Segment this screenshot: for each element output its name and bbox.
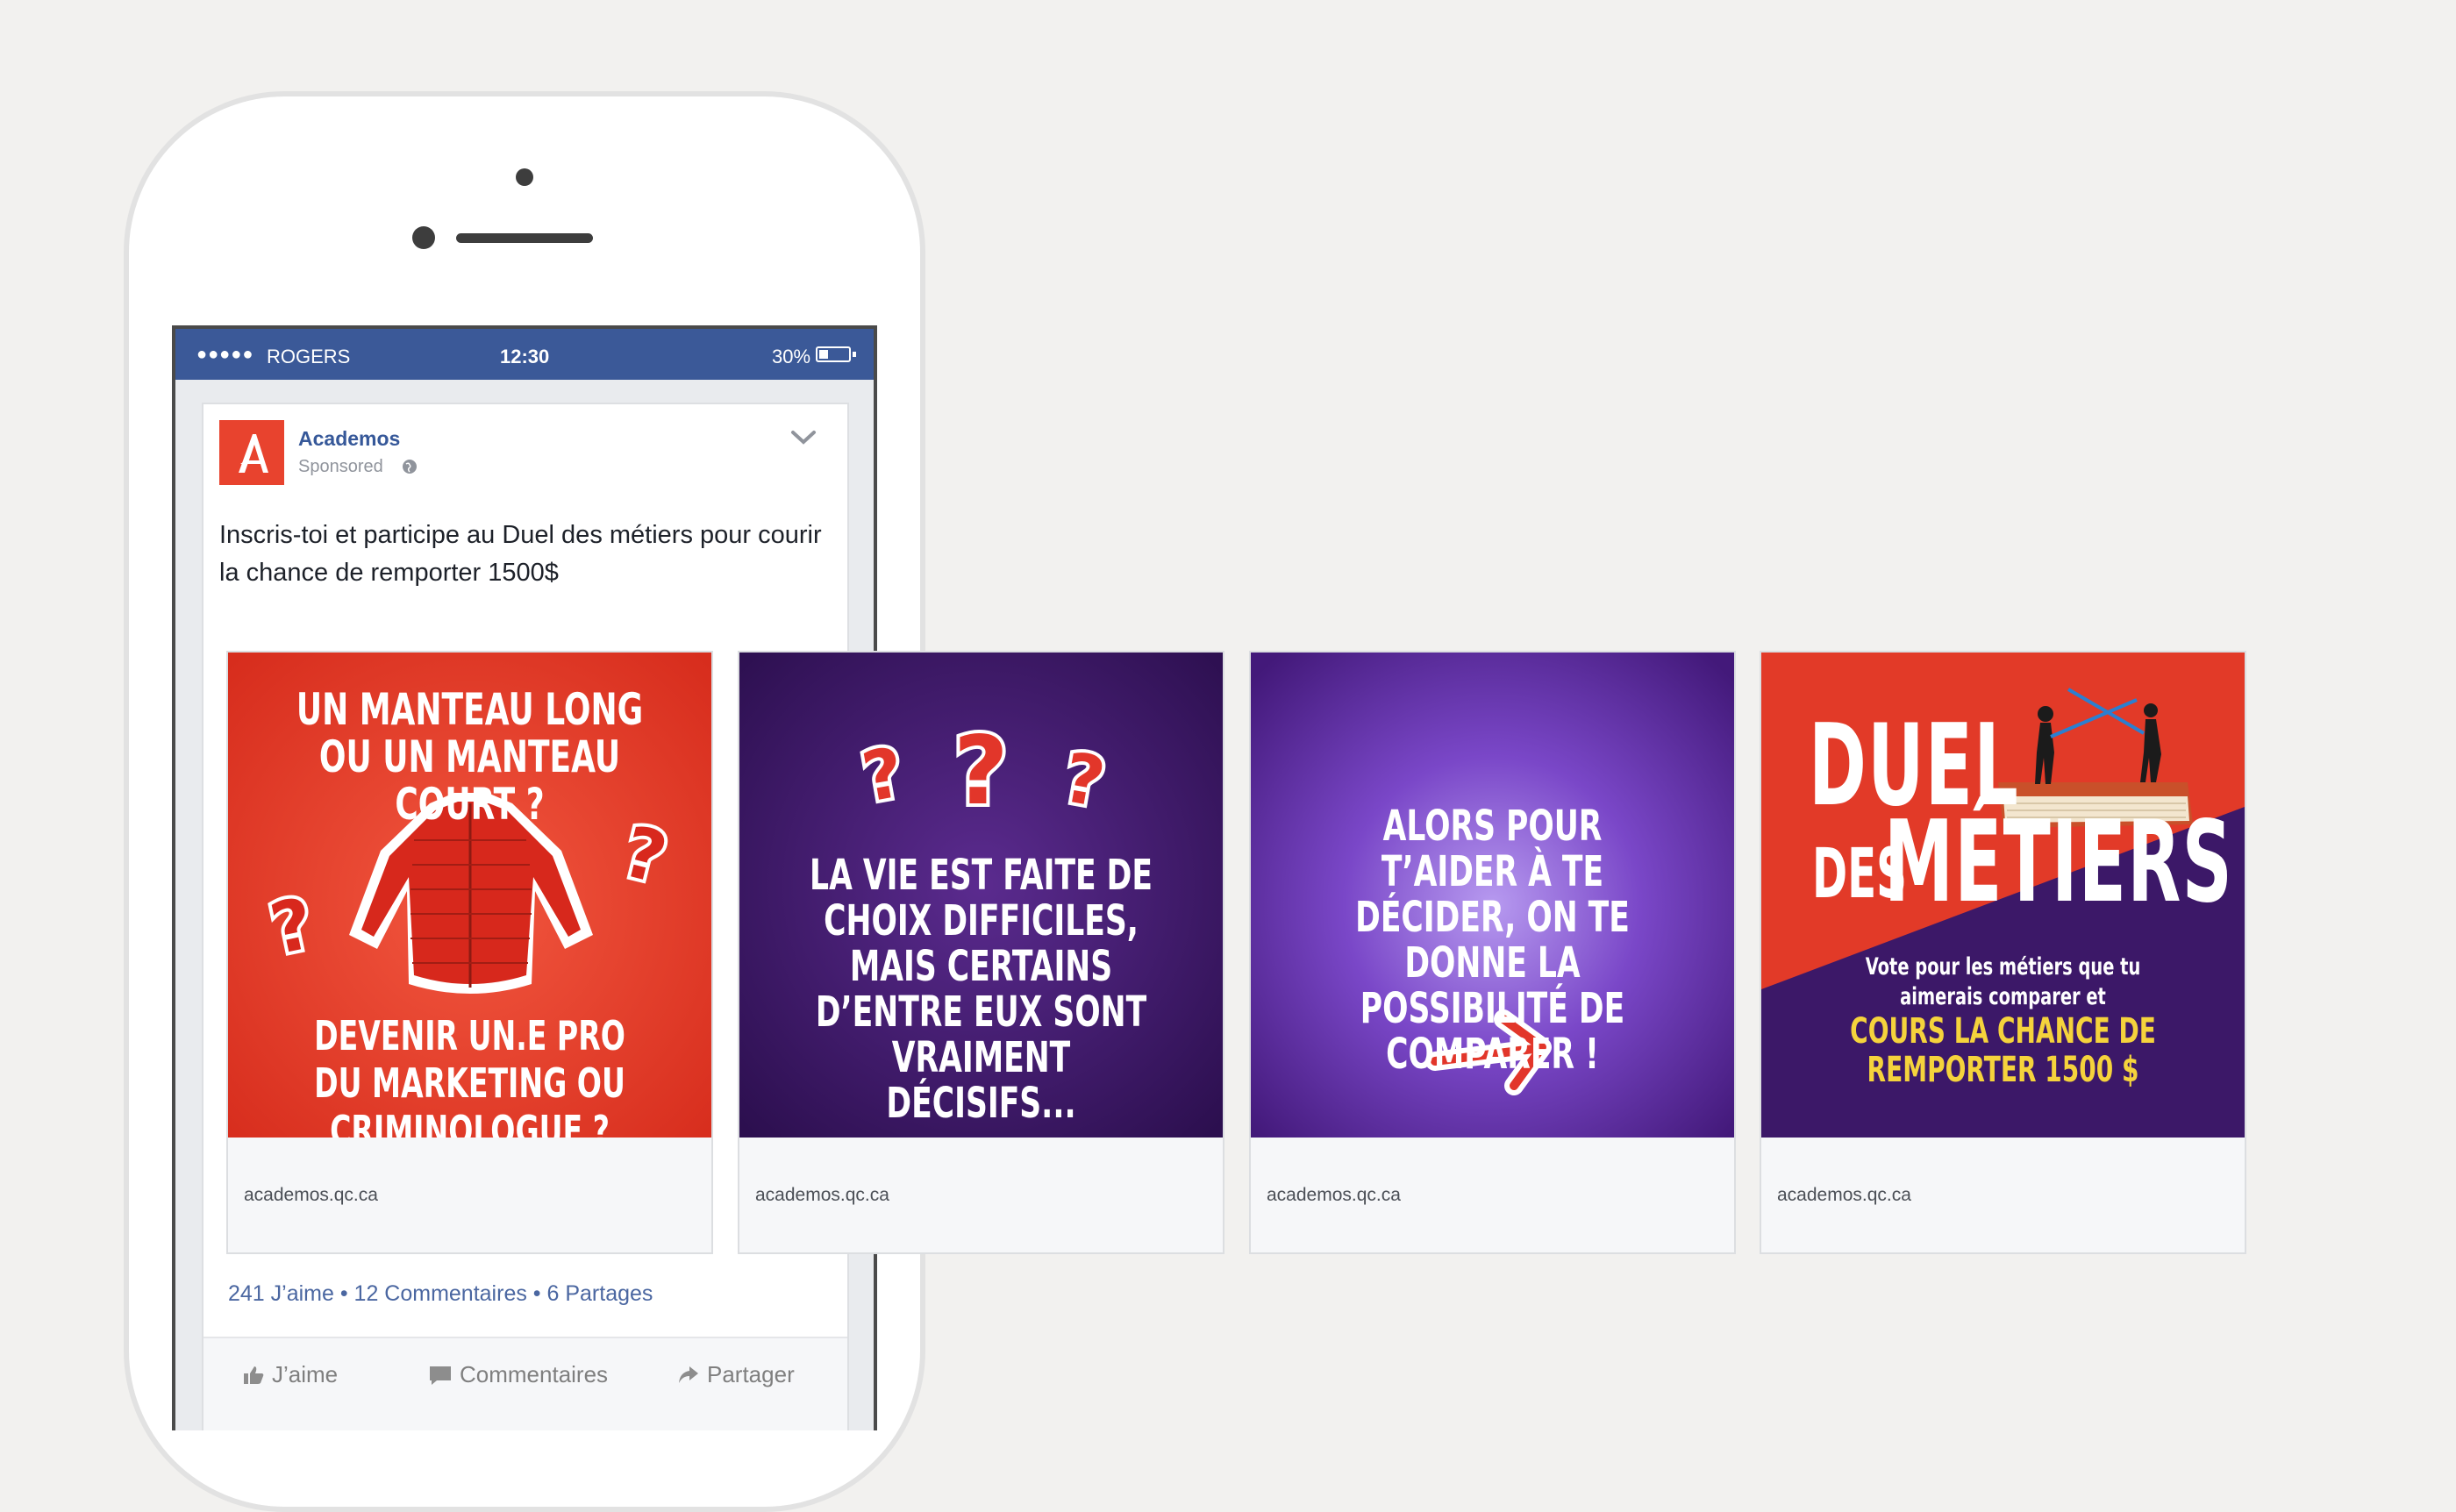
post-actions-bar: J’aime Commentaires Partager [203,1337,847,1430]
phone-camera [516,168,533,186]
card-1-image: ? ? Un manteau long ou un manteau court … [228,653,711,1138]
vote-text: Vote pour les métiers que tu aimerais co… [1865,953,2141,1010]
status-bar: ●●●●● ROGERS 12:30 30% [175,329,874,380]
comment-icon [430,1366,451,1385]
sponsored-label: Sponsored [298,457,383,476]
clock: 12:30 [500,346,550,367]
battery-icon [816,346,851,362]
card-3-text: Alors pour t’aider à te décider, on te d… [1355,802,1630,1079]
battery-percent: 30% [772,346,811,367]
globe-icon [403,460,417,474]
card-4-url[interactable]: academos.qc.ca [1777,1185,1911,1206]
prize-text: Cours la chance de remporter 1500 $ [1850,1011,2156,1090]
card-2-image: ? ? ? La vie est faite de choix difficil… [739,653,1223,1138]
carousel-card-2[interactable]: ? ? ? La vie est faite de choix difficil… [738,651,1224,1254]
card-2-url[interactable]: academos.qc.ca [755,1185,889,1206]
share-label: Partager [707,1361,795,1387]
card-3-image: Alors pour t’aider à te décider, on te d… [1251,653,1734,1138]
metiers-title-text: MÉTIERS [1884,797,2234,928]
carousel-card-4[interactable]: DUEL DES MÉTIERS Vote pour les métiers q… [1760,651,2246,1254]
thumbs-up-icon [244,1366,264,1384]
like-label: J’aime [272,1361,339,1387]
chevron-down-icon[interactable] [789,429,817,446]
post-message: Inscris-toi et participe au Duel des mét… [219,521,822,587]
card-2-text: La vie est faite de choix difficiles, ma… [810,851,1153,1128]
comment-button[interactable]: Commentaires [428,1361,608,1388]
share-icon [679,1366,698,1383]
academos-a-icon [239,434,268,473]
battery-tip [853,352,856,357]
card-1-bottom-text: Devenir un.e pro du marketing ou crimino… [314,1012,625,1138]
card-3-url[interactable]: academos.qc.ca [1267,1185,1401,1206]
academos-logo[interactable] [219,420,284,485]
like-button[interactable]: J’aime [242,1361,338,1388]
phone-front-sensor [412,226,435,249]
carousel-card-1[interactable]: ? ? Un manteau long ou un manteau court … [226,651,713,1254]
card-1-url[interactable]: academos.qc.ca [244,1185,378,1206]
signal-icon: ●●●●● [196,345,254,364]
card-4-image: DUEL DES MÉTIERS Vote pour les métiers q… [1761,653,2245,1138]
engagement-stats[interactable]: 241 J’aime • 12 Commentaires • 6 Partage… [228,1281,653,1307]
phone-speaker [456,233,593,243]
page-name-link[interactable]: Academos [298,427,400,451]
carrier-label: ROGERS [267,346,351,367]
card-1-top-text: Un manteau long ou un manteau court ? [296,684,644,830]
comment-label: Commentaires [460,1361,609,1387]
share-button[interactable]: Partager [677,1361,795,1388]
svg-text:?: ? [953,717,1009,826]
carousel-card-3[interactable]: Alors pour t’aider à te décider, on te d… [1249,651,1736,1254]
